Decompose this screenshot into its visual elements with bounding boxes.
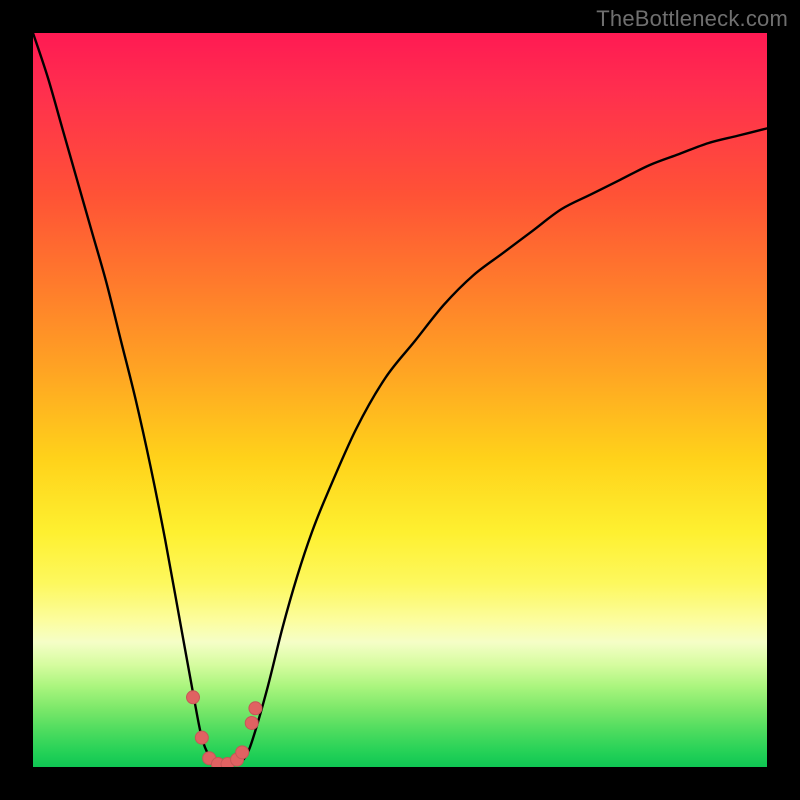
data-marker [211,758,224,767]
data-marker [236,746,249,759]
data-marker [203,752,216,765]
data-marker [231,753,244,766]
data-marker [249,702,262,715]
data-marker [245,716,258,729]
data-marker [195,731,208,744]
data-marker [187,691,200,704]
data-marker [221,758,234,767]
bottleneck-curve [33,33,767,767]
plot-area [33,33,767,767]
watermark-text: TheBottleneck.com [596,6,788,32]
chart-frame: TheBottleneck.com [0,0,800,800]
